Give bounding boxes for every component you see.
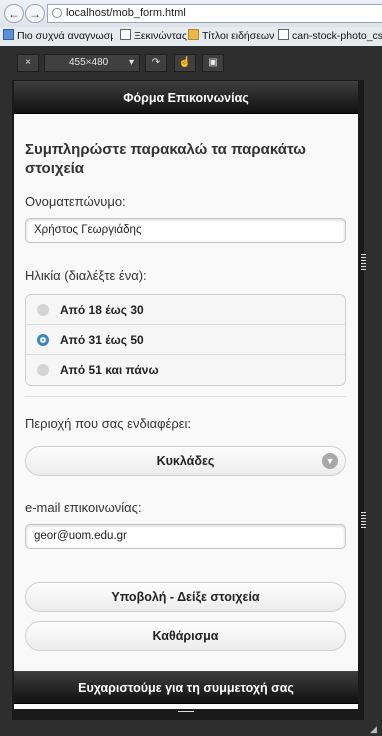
address-bar[interactable]: localhost/mob_form.html [47,4,382,23]
page-icon [278,29,289,40]
touch-events-button[interactable]: ☝ [174,54,196,72]
region-value: Κυκλάδες [156,454,215,468]
region-select[interactable]: Κυκλάδες ▼ [25,446,346,476]
page-footer: Ευχαριστούμε για τη συμμετοχή σας [14,671,358,704]
resize-grip-lower[interactable] [361,512,366,528]
email-input[interactable]: geor@uom.edu.gr [25,524,346,549]
age-option-51-plus[interactable]: Από 51 και πάνω [26,355,345,385]
chevron-down-icon: ▾ [128,57,134,68]
resize-corner-icon[interactable]: ◢ [370,724,380,734]
age-option-31-50[interactable]: Από 31 έως 50 [26,325,345,355]
radio-icon [37,364,49,376]
bookmark-icon [3,29,14,40]
rss-icon [188,29,199,40]
bookmarks-bar: Πιο συχνά αναγνωσμ... Ξεκινώντας Τίτλοι … [0,27,382,47]
bookmark-getting-started[interactable]: Ξεκινώντας [120,29,188,44]
form-heading: Συμπληρώστε παρακαλώ τα παρακάτω στοιχεί… [25,141,306,177]
radio-icon [37,304,49,316]
viewport-size-value: 455×480 [69,57,109,68]
chevron-down-icon: ▼ [322,453,338,469]
age-option-18-30[interactable]: Από 18 έως 30 [26,295,345,325]
region-label: Περιοχή που σας ενδιαφέρει: [25,416,192,431]
viewport-size-select[interactable]: 455×480 ▾ [44,54,140,72]
bookmark-can-stock[interactable]: can-stock-photo_csp1 [278,29,382,44]
rotate-button[interactable]: ↷ [145,54,167,72]
globe-icon [52,8,62,18]
name-input[interactable]: Χρήστος Γεωργιάδης [25,218,346,243]
email-label: e-mail επικοινωνίας: [25,500,142,515]
close-responsive-button[interactable]: × [17,54,39,72]
screenshot-button[interactable]: ▣ [202,54,224,72]
age-radio-group: Από 18 έως 30 Από 31 έως 50 Από 51 και π… [25,294,346,386]
divider [25,396,346,397]
viewport: Φόρμα Επικοινωνίας Συμπληρώστε παρακαλώ … [14,81,358,709]
resize-grip-upper[interactable] [361,254,366,270]
browser-navbar: ← → localhost/mob_form.html [0,0,382,28]
back-button[interactable]: ← [4,4,24,23]
name-label: Ονοματεπώνυμο: [25,194,126,209]
radio-selected-icon [37,334,49,346]
url-text: localhost/mob_form.html [66,7,186,19]
forward-button[interactable]: → [25,4,45,23]
bookmark-most-visited[interactable]: Πιο συχνά αναγνωσμ... [3,29,113,44]
bookmark-headlines[interactable]: Τίτλοι ειδήσεων [188,29,276,44]
form-content: Συμπληρώστε παρακαλώ τα παρακάτω στοιχεί… [14,114,358,671]
submit-button[interactable]: Υποβολή - Δείξε στοιχεία [25,582,346,612]
page-header: Φόρμα Επικοινωνίας [14,81,358,114]
age-label: Ηλικία (διαλέξτε ένα): [25,268,147,283]
clear-button[interactable]: Καθάρισμα [25,621,346,651]
responsive-toolbar: × 455×480 ▾ ↷ ☝ ▣ [0,46,382,80]
page-icon [120,29,131,40]
